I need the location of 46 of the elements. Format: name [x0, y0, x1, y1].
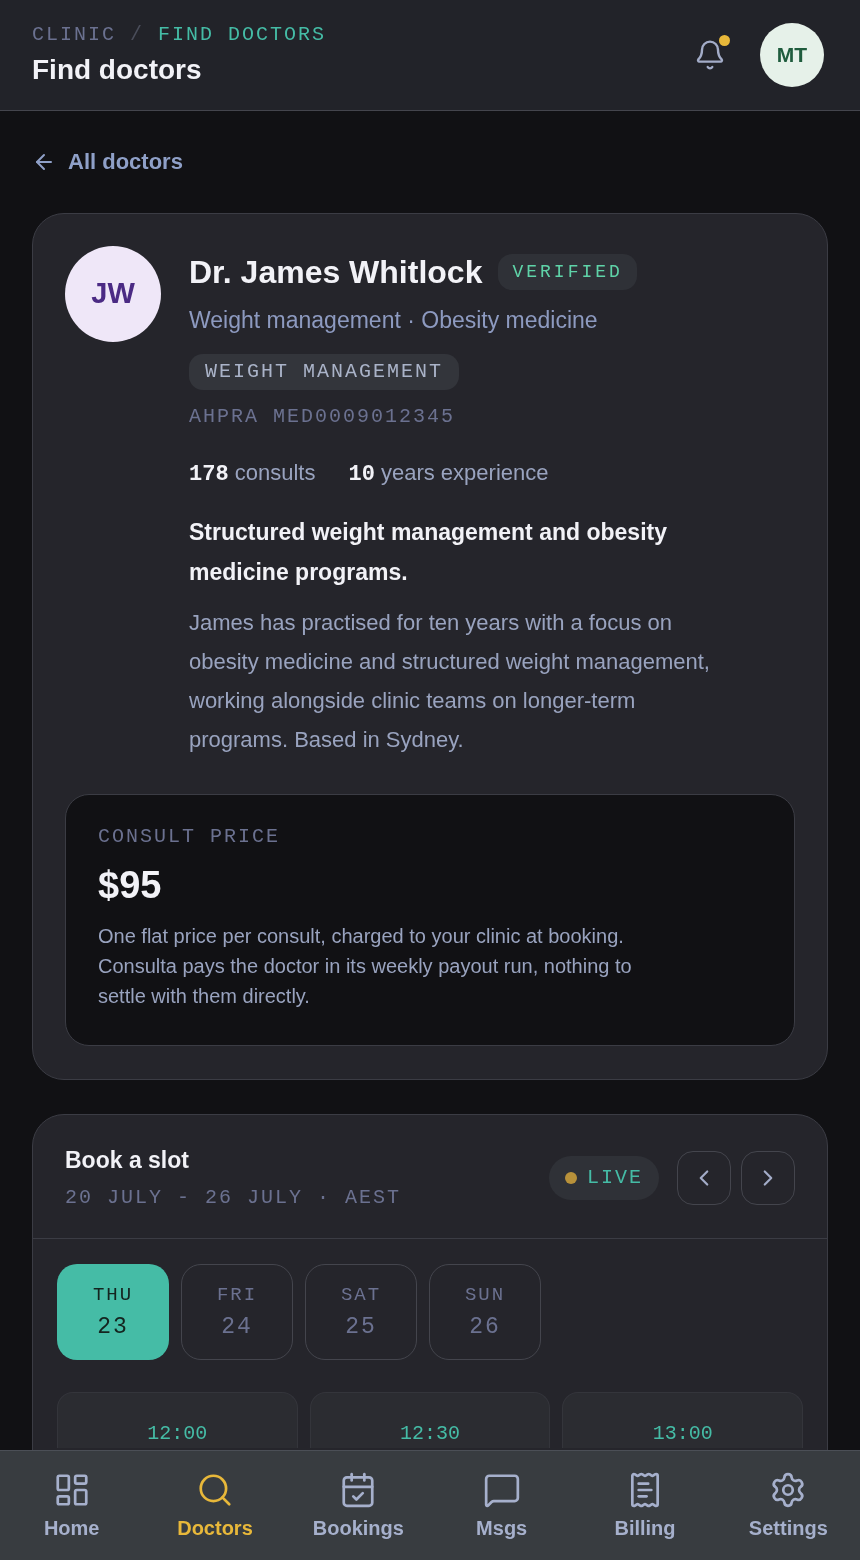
- doctor-avatar: JW: [65, 246, 161, 342]
- breadcrumb-link[interactable]: FIND DOCTORS: [158, 23, 327, 47]
- doctor-name: Dr. James Whitlock: [189, 253, 483, 292]
- price-amount: $95: [98, 863, 163, 908]
- time-slot[interactable]: 12:00: [57, 1392, 298, 1448]
- day-date: 26: [469, 1313, 501, 1341]
- day-tab[interactable]: SUN 26: [429, 1264, 541, 1360]
- back-link[interactable]: All doctors: [32, 148, 183, 176]
- stat-text: 178 consults: [189, 459, 316, 489]
- next-week-button[interactable]: [741, 1150, 795, 1205]
- previous-week-button[interactable]: [677, 1150, 731, 1205]
- booking-title: Book a slot: [65, 1146, 190, 1175]
- registration-number: AHPRA MED0009012345: [189, 404, 457, 430]
- day-date: 24: [221, 1313, 253, 1341]
- price-label: CONSULT PRICE: [98, 825, 282, 849]
- nav-tab[interactable]: Billing: [573, 1451, 717, 1560]
- time-slot[interactable]: 12:30: [309, 1392, 551, 1448]
- doctor-bio: James has practised for ten years with a focus on obesity medicine and structured weight management, working alongside clinic teams on longer-term programs. Based in Sydney.: [189, 609, 711, 754]
- week-range: 20 JULY - 26 JULY · AEST: [65, 1186, 402, 1210]
- verified-badge: VERIFIED: [498, 254, 637, 290]
- specialty-tag: WEIGHT MANAGEMENT: [189, 354, 460, 390]
- day-weekday: SUN: [464, 1283, 506, 1307]
- day-tab[interactable]: SAT 25: [305, 1264, 417, 1360]
- nav-tab[interactable]: Bookings: [286, 1451, 430, 1560]
- nav-tab[interactable]: Home: [0, 1451, 144, 1560]
- breadcrumb-separator: /: [130, 23, 145, 47]
- nav-tab[interactable]: Msgs: [430, 1451, 574, 1560]
- nav-tab[interactable]: Doctors: [143, 1451, 287, 1560]
- nav-tab[interactable]: Settings: [716, 1451, 860, 1560]
- time-slot[interactable]: 13:00: [562, 1392, 803, 1448]
- live-label: LIVE: [587, 1164, 643, 1191]
- doctor-specialties: Weight management · Obesity medicine: [189, 306, 599, 335]
- notifications-bell-icon[interactable]: [694, 39, 726, 71]
- page-title: Find doctors: [32, 53, 203, 87]
- day-tab[interactable]: FRI 24: [181, 1264, 293, 1360]
- day-weekday: THU: [92, 1283, 134, 1307]
- day-tab[interactable]: THU 23: [57, 1264, 169, 1360]
- day-weekday: FRI: [216, 1283, 258, 1307]
- price-note: One flat price per consult, charged to your clinic at booking. Consulta pays the doctor in its weekly payout run, nothing to settle with them directly.: [98, 924, 633, 1009]
- doctor-headline: Structured weight management and obesity medicine programs.: [189, 518, 668, 587]
- stat-text: 10 years experience: [348, 459, 549, 489]
- breadcrumb-link[interactable]: CLINIC: [32, 23, 116, 47]
- day-date: 25: [345, 1313, 377, 1341]
- user-avatar[interactable]: MT: [760, 23, 824, 87]
- day-date: 23: [97, 1313, 129, 1341]
- day-weekday: SAT: [340, 1283, 382, 1307]
